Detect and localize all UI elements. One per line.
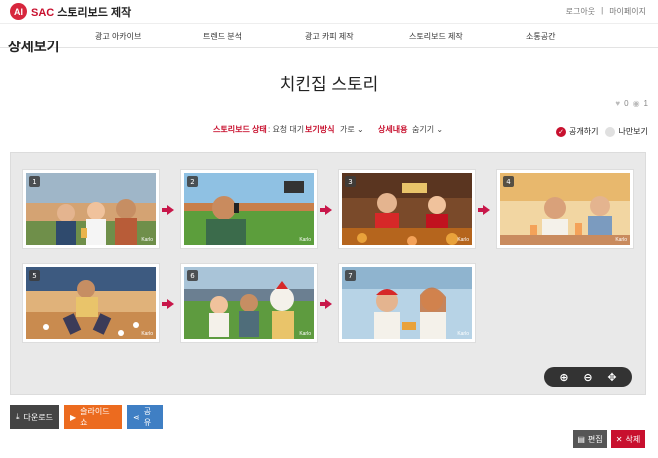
storyboard-frame-7[interactable]: 7 Karlo [339,264,475,342]
eye-icon: ◉ [632,99,640,108]
logout-link[interactable]: 로그아웃 [566,6,595,17]
visibility-toggle[interactable]: ✓ 공개하기 나만보기 [556,126,648,137]
like-count: 0 [624,99,629,108]
section-heading: 상세보기 [8,41,60,53]
logo-brand: SAC [31,6,55,19]
edit-button[interactable]: ▤ 편집 [573,430,607,448]
download-icon: ⤓ [16,412,20,421]
frame-number: 5 [29,270,40,281]
nav-item-ad-copy[interactable]: 광고 카피 제작 [305,31,354,42]
storyboard-frame-4[interactable]: 4 Karlo [497,170,633,248]
download-button[interactable]: ⤓ 다운로드 [10,405,59,429]
watermark: Karlo [299,331,311,337]
storyboard-frame-3[interactable]: 3 Karlo [339,170,475,248]
frame-3-image [342,173,472,245]
detail-select[interactable]: 숨기기 ⌄ [412,124,443,135]
nav-item-storyboard[interactable]: 스토리보드 제작 [409,31,463,42]
share-icon: ⋖ [133,412,140,422]
play-icon: ▶ [70,412,77,422]
storyboard-frame-6[interactable]: 6 Karlo [181,264,317,342]
storyboard-frame-5[interactable]: 5 Karlo [23,264,159,342]
view-mode-label: 보기방식 [305,125,335,134]
chevron-down-icon: ⌄ [356,125,364,134]
nav-item-trend-analysis[interactable]: 트렌드 분석 [203,31,242,42]
arrow-right-icon [320,299,332,309]
watermark: Karlo [457,237,469,243]
delete-label: 삭제 [625,434,641,444]
storyboard-frame-2[interactable]: 2 Karlo [181,170,317,248]
status-label: 스토리보드 상태 [213,125,267,134]
frame-1-image [26,173,156,245]
private-label[interactable]: 나만보기 [618,126,647,137]
logo-text: SAC 스토리보드 제작 [31,4,131,20]
download-label: 다운로드 [23,412,53,422]
logo-title: 스토리보드 제작 [57,6,132,19]
top-bar: AI SAC 스토리보드 제작 로그아웃 | 마이페이지 [0,0,658,24]
frame-4-image [500,173,630,245]
frame-number: 1 [29,176,40,187]
heart-icon[interactable]: ♥ [615,99,620,108]
logo[interactable]: AI SAC 스토리보드 제작 [10,3,131,20]
arrow-right-icon [162,299,174,309]
storyboard-canvas[interactable]: 1 Karlo 2 Karlo 3 Karlo 4 Karlo 5 Karlo … [10,152,646,395]
view-count: 1 [643,99,648,108]
view-mode-select[interactable]: 가로 ⌄ [340,124,364,135]
watermark: Karlo [141,237,153,243]
status-value: : 요청 대기 [268,125,305,134]
public-label[interactable]: 공개하기 [569,126,598,137]
watermark: Karlo [299,237,311,243]
detail-label: 상세내용 [378,125,408,134]
detail-value: 숨기기 [412,125,435,134]
share-button[interactable]: ⋖ 공유 [127,405,163,429]
frame-number: 6 [187,270,198,281]
frame-2-image [184,173,314,245]
close-icon: ✕ [615,434,623,444]
arrow-right-icon [320,205,332,215]
account-links: 로그아웃 | 마이페이지 [566,6,646,17]
mypage-link[interactable]: 마이페이지 [609,6,646,17]
chevron-down-icon: ⌄ [436,125,444,134]
storyboard-frame-1[interactable]: 1 Karlo [23,170,159,248]
nav-item-ad-archive[interactable]: 광고 아카이브 [95,31,141,42]
move-icon[interactable]: ✥ [607,371,616,384]
edit-icon: ▤ [577,434,585,444]
page-title: 치킨집 스토리 [279,75,379,94]
frame-number: 4 [503,176,514,187]
stats: ♥ 0 ◉ 1 [615,99,648,108]
frame-6-image [184,267,314,339]
share-label: 공유 [143,407,152,427]
frame-number: 2 [187,176,198,187]
watermark: Karlo [457,331,469,337]
nav-item-community[interactable]: 소통공간 [526,31,555,42]
radio-private[interactable] [605,126,616,137]
check-icon[interactable]: ✓ [556,126,566,137]
view-mode-value: 가로 [340,125,355,134]
zoom-controls: ⊕ ⊖ ✥ [544,367,632,387]
arrow-right-icon [478,205,490,215]
slideshow-button[interactable]: ▶ 슬라이드 쇼 [64,405,122,429]
frame-7-image [342,267,472,339]
delete-button[interactable]: ✕ 삭제 [611,430,645,448]
frame-number: 3 [345,176,356,187]
edit-label: 편집 [587,434,603,444]
main-nav: 광고 아카이브 트렌드 분석 광고 카피 제작 스토리보드 제작 소통공간 [0,24,658,48]
frame-number: 7 [345,270,356,281]
arrow-right-icon [162,205,174,215]
slideshow-label: 슬라이드 쇼 [80,407,110,427]
logo-badge: AI [10,3,27,20]
watermark: Karlo [615,237,627,243]
link-separator: | [601,6,604,15]
zoom-out-icon[interactable]: ⊖ [583,371,592,384]
zoom-in-icon[interactable]: ⊕ [559,371,568,384]
frame-5-image [26,267,156,339]
watermark: Karlo [141,331,153,337]
